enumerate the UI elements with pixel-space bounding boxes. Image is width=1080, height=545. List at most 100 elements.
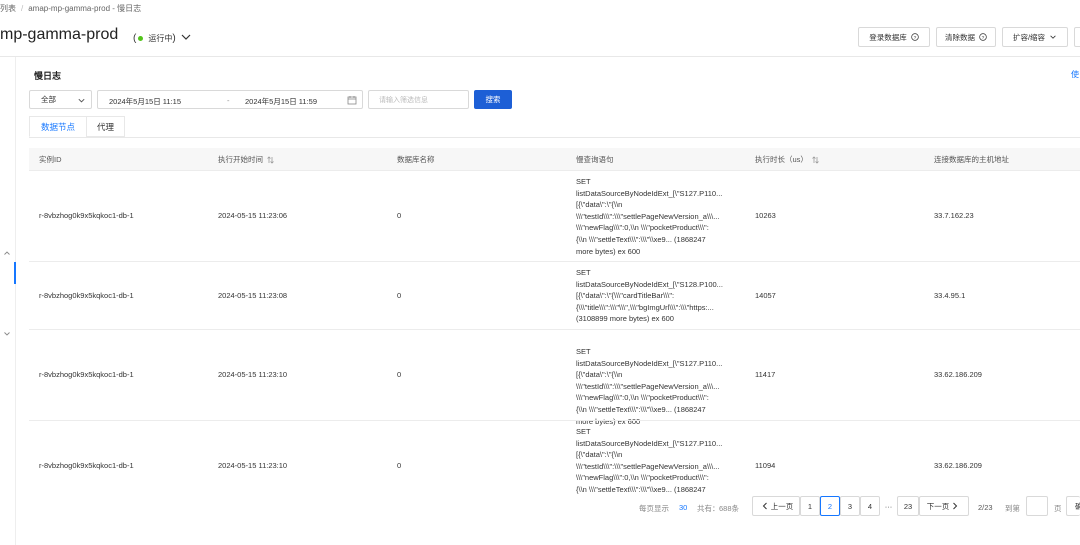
sql-line: SET <box>576 427 591 436</box>
page-indicator: 2/23 <box>978 503 993 512</box>
sort-icon[interactable] <box>812 155 819 164</box>
tab-divider <box>29 137 1080 138</box>
sql-line: {\\n \\\"settleText\\\":\\\"\\xe9... (18… <box>576 404 706 414</box>
side-selection-indicator <box>14 262 16 284</box>
sql-line: {\\\"title\\\":\\\"\\\",\\\"bgImgUrl\\\"… <box>576 302 714 312</box>
sort-icon[interactable] <box>267 155 274 164</box>
row-divider <box>29 329 1080 330</box>
breadcrumb-current: 慢日志 <box>117 4 142 13</box>
tab-proxy[interactable]: 代理 <box>86 116 125 137</box>
cell-db-name: 0 <box>397 211 402 220</box>
next-page-label: 下一页 <box>926 501 950 511</box>
cell-instance-id: r-8vbzhog0k9x5kqkoc1-db-1 <box>39 211 134 220</box>
goto-page-input[interactable] <box>1026 496 1048 516</box>
column-header-host-address: 连接数据库的主机地址 <box>934 155 1009 164</box>
search-input[interactable]: 请输入筛选信息 <box>368 90 469 109</box>
start-date-value[interactable]: 2024年5月15日 11:15 <box>109 96 181 107</box>
goto-confirm-button[interactable]: 确 <box>1066 496 1080 516</box>
sql-line: more bytes) ex 600 <box>576 246 641 256</box>
breadcrumb-instance[interactable]: amap-mp-gamma-prod <box>28 4 110 13</box>
column-header-start-time-label: 执行开始时间 <box>218 155 263 164</box>
page-button[interactable]: 4 <box>860 496 880 516</box>
sql-line: \\\"newFlag\\\":0,\\n \\\"pocketProduct\… <box>576 223 709 233</box>
cell-instance-id: r-8vbzhog0k9x5kqkoc1-db-1 <box>39 370 134 379</box>
help-icon: ? <box>911 33 919 41</box>
chevron-right-icon <box>953 502 958 510</box>
chevron-down-icon[interactable] <box>3 330 11 338</box>
login-database-label: 登录数据库 <box>869 32 907 42</box>
more-button[interactable] <box>1074 27 1080 47</box>
cell-instance-id: r-8vbzhog0k9x5kqkoc1-db-1 <box>39 461 134 470</box>
row-divider <box>29 261 1080 262</box>
column-header-duration-label: 执行时长（us） <box>755 155 808 164</box>
cell-start-time: 2024-05-15 11:23:10 <box>218 370 288 379</box>
next-page-button[interactable]: 下一页 <box>919 496 969 516</box>
cell-slow-query: SET listDataSourceByNodeIdExt_[\"S127.P1… <box>576 176 736 257</box>
cell-db-name: 0 <box>397 370 402 379</box>
cell-duration: 10263 <box>755 211 776 220</box>
cell-slow-query: SET listDataSourceByNodeIdExt_[\"S127.P1… <box>576 426 736 495</box>
header-divider <box>0 56 1080 57</box>
cell-start-time: 2024-05-15 11:23:06 <box>218 211 288 220</box>
column-header-db-name: 数据库名称 <box>397 155 435 164</box>
scale-button[interactable]: 扩容/缩容 <box>1002 27 1068 47</box>
end-date-value[interactable]: 2024年5月15日 11:59 <box>245 96 317 107</box>
sql-line: \\\"testId\\\":\\\"settlePageNewVersion_… <box>576 381 720 391</box>
breadcrumb-parent[interactable]: 列表 <box>0 4 16 13</box>
chevron-up-icon[interactable] <box>3 249 11 257</box>
tab-data-node[interactable]: 数据节点 <box>29 116 87 137</box>
sql-line: \\\"newFlag\\\":0,\\n \\\"pocketProduct\… <box>576 473 709 483</box>
page-button[interactable]: 3 <box>840 496 860 516</box>
sql-line: \\\"testId\\\":\\\"settlePageNewVersion_… <box>576 211 720 221</box>
page-ellipsis[interactable]: ··· <box>880 496 897 516</box>
sql-line: {\\n \\\"settleText\\\":\\\"\\xe9... (18… <box>576 484 706 494</box>
scope-select[interactable]: 全部 <box>29 90 92 109</box>
page-button[interactable]: 23 <box>897 496 919 516</box>
cell-db-name: 0 <box>397 461 402 470</box>
status-paren-close: ) <box>172 33 176 44</box>
sql-line: listDataSourceByNodeIdExt_[\"S127.P110..… <box>576 358 723 368</box>
column-header-duration[interactable]: 执行时长（us） <box>755 154 819 165</box>
cell-host-address: 33.62.186.209 <box>934 370 982 379</box>
calendar-icon <box>347 96 357 105</box>
page-size-select[interactable]: 30 <box>679 503 687 512</box>
sql-line: {\\n \\\"settleText\\\":\\\"\\xe9... (18… <box>576 234 706 244</box>
cell-duration: 11094 <box>755 461 776 470</box>
sql-line: SET <box>576 268 591 277</box>
search-button[interactable]: 搜索 <box>474 90 512 109</box>
chevron-left-icon <box>762 502 767 510</box>
sql-line: (3108899 more bytes) ex 600 <box>576 314 674 324</box>
sql-line: listDataSourceByNodeIdExt_[\"S127.P110..… <box>576 438 723 448</box>
prev-page-button[interactable]: 上一页 <box>752 496 800 516</box>
row-divider <box>29 170 1080 171</box>
sql-line: listDataSourceByNodeIdExt_[\"S128.P100..… <box>576 279 723 289</box>
row-divider <box>29 420 1080 421</box>
date-range-picker[interactable]: 2024年5月15日 11:15 - 2024年5月15日 11:59 <box>97 90 363 109</box>
total-count: 688条 <box>719 504 740 513</box>
sql-line: \\\"newFlag\\\":0,\\n \\\"pocketProduct\… <box>576 393 709 403</box>
sql-line: [{\"data\":\"{\\n <box>576 370 623 380</box>
section-title: 慢日志 <box>34 71 62 81</box>
page-button[interactable]: 1 <box>800 496 820 516</box>
status-badge: ( 运行中 ) <box>133 33 176 44</box>
chevron-down-icon <box>78 98 85 103</box>
column-header-start-time[interactable]: 执行开始时间 <box>218 154 274 165</box>
usage-link[interactable]: 使 <box>1071 69 1079 80</box>
side-divider <box>15 57 16 545</box>
cell-slow-query: SET listDataSourceByNodeIdExt_[\"S127.P1… <box>576 346 736 427</box>
chevron-down-icon <box>1050 35 1056 39</box>
chevron-down-icon[interactable] <box>180 31 192 43</box>
cell-instance-id: r-8vbzhog0k9x5kqkoc1-db-1 <box>39 291 134 300</box>
help-icon: ? <box>979 33 987 41</box>
status-text: 运行中 <box>148 34 173 43</box>
cell-start-time: 2024-05-15 11:23:08 <box>218 291 288 300</box>
cell-host-address: 33.4.95.1 <box>934 291 966 300</box>
sql-line: [{\"data\":\"{\\\"cardTitleBar\\\": <box>576 291 675 301</box>
page-button-current[interactable]: 2 <box>820 496 840 516</box>
clear-data-button[interactable]: 清除数据 ? <box>936 27 996 47</box>
clear-data-label: 清除数据 <box>945 32 975 42</box>
login-database-button[interactable]: 登录数据库 ? <box>858 27 930 47</box>
column-header-instance-id: 实例ID <box>39 155 62 164</box>
status-dot-icon <box>138 36 144 41</box>
cell-host-address: 33.62.186.209 <box>934 461 982 470</box>
